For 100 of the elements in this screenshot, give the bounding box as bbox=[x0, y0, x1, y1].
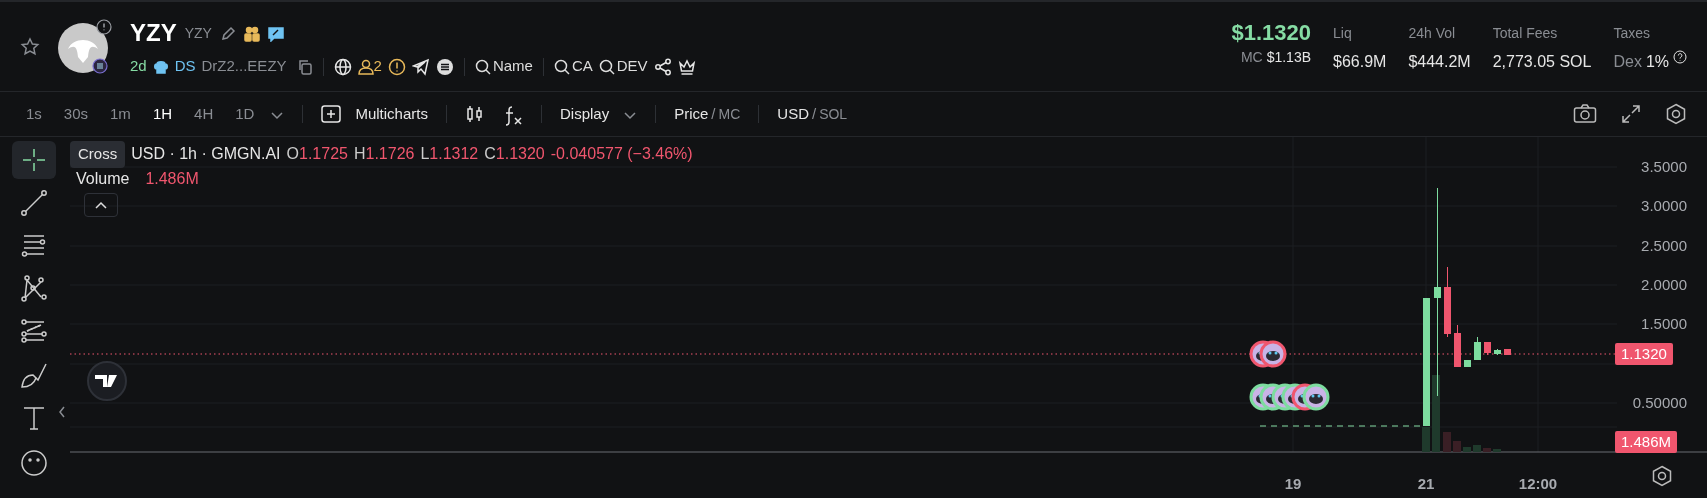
price-axis-label: 3.0000 bbox=[1641, 197, 1687, 215]
person-icon bbox=[357, 58, 374, 75]
toggle-option[interactable]: Price bbox=[674, 102, 709, 126]
chart-title: USD · 1h · GMGN.AI bbox=[131, 144, 281, 165]
volume-bar bbox=[1422, 427, 1430, 452]
pattern-icon bbox=[19, 274, 49, 304]
timeframe-tab[interactable]: 1m bbox=[104, 100, 137, 128]
warning-icon[interactable] bbox=[387, 58, 406, 77]
settings-icon[interactable] bbox=[1665, 103, 1687, 125]
stat-label: Liq bbox=[1333, 24, 1353, 43]
drawing-tool-button[interactable] bbox=[12, 141, 56, 179]
timeframe-tab[interactable]: 30s bbox=[57, 100, 95, 128]
token-avatar-icon bbox=[56, 18, 114, 75]
candle bbox=[1464, 359, 1471, 368]
stat-label: Total Fees bbox=[1492, 24, 1559, 43]
volume-bar bbox=[1473, 445, 1481, 452]
timeframe-tab[interactable]: 1D bbox=[229, 100, 261, 128]
time-axis-label: 12:00 bbox=[1518, 474, 1558, 491]
volume-tag: 1.486M bbox=[1615, 431, 1678, 453]
search-icon bbox=[598, 58, 615, 75]
chevron-up-icon bbox=[95, 201, 107, 209]
telegram-icon[interactable] bbox=[411, 58, 430, 77]
multicharts-button[interactable]: Multicharts bbox=[321, 102, 428, 126]
toggle-option[interactable]: SOL bbox=[819, 103, 848, 125]
search-icon bbox=[553, 58, 570, 75]
star-icon[interactable] bbox=[20, 37, 40, 58]
toggle-option[interactable]: MC bbox=[718, 103, 741, 125]
token-age: 2d bbox=[130, 56, 147, 77]
holders-count: 2 bbox=[373, 56, 382, 77]
volume-bar bbox=[1483, 448, 1491, 452]
search-icon bbox=[474, 58, 491, 75]
volume-label: Volume bbox=[76, 169, 130, 189]
volume-bar bbox=[1443, 432, 1451, 452]
market-cap-value: $1.13B bbox=[1266, 48, 1312, 67]
collapse-chevron-icon[interactable] bbox=[58, 405, 66, 418]
ohlc-value: L1.1312 bbox=[420, 144, 479, 165]
price-axis-label: 0.50000 bbox=[1632, 394, 1687, 412]
search-link[interactable]: DEV bbox=[598, 55, 648, 78]
candle bbox=[1474, 336, 1481, 361]
token-name: YZY bbox=[130, 18, 177, 49]
stat-value: $444.2M bbox=[1408, 52, 1471, 72]
stat-label: Taxes bbox=[1613, 24, 1651, 43]
help-icon[interactable] bbox=[1673, 50, 1687, 64]
ohlc-value: H1.1726 bbox=[353, 144, 415, 165]
timeframe-tab[interactable]: 4H bbox=[188, 100, 220, 128]
market-cap-label: MC bbox=[1240, 48, 1263, 67]
stat-label: 24h Vol bbox=[1408, 24, 1457, 43]
volume-bar bbox=[1493, 449, 1501, 452]
settings-icon[interactable] bbox=[1651, 464, 1673, 487]
chat-icon bbox=[267, 26, 284, 42]
toggle-option[interactable]: USD bbox=[777, 102, 809, 126]
timeframe-tab[interactable]: 1s bbox=[20, 100, 48, 128]
volume-bar bbox=[1463, 447, 1471, 452]
tradingview-logo-icon[interactable] bbox=[87, 361, 127, 401]
plus-square-icon bbox=[321, 105, 342, 123]
slash: / bbox=[811, 103, 817, 124]
trade-marker-icon bbox=[1302, 383, 1330, 411]
candles-icon[interactable] bbox=[464, 104, 485, 124]
time-axis-label: 19 bbox=[1284, 474, 1302, 491]
candle bbox=[1504, 348, 1511, 356]
price-axis-label: 2.0000 bbox=[1641, 276, 1687, 294]
stat-value: $66.9M bbox=[1333, 52, 1387, 72]
token-price: $1.1320 bbox=[1231, 19, 1312, 47]
candle bbox=[1484, 341, 1491, 356]
camera-icon[interactable] bbox=[1573, 104, 1597, 124]
trade-marker-icon bbox=[1259, 340, 1287, 368]
search-link[interactable]: CA bbox=[553, 55, 593, 78]
price-axis-label: 2.5000 bbox=[1641, 237, 1687, 255]
ohlc-value: C1.1320 bbox=[484, 144, 545, 165]
tax-type: Dex bbox=[1613, 52, 1642, 72]
contract-address: DrZ2...EEZY bbox=[201, 56, 287, 77]
volume-value: 1.486M bbox=[145, 169, 199, 189]
people-icon bbox=[243, 26, 260, 42]
price-change: -0.040577 (−3.46%) bbox=[550, 144, 693, 165]
price-tag: 1.1320 bbox=[1615, 343, 1673, 365]
crown-icon[interactable] bbox=[677, 58, 696, 77]
token-symbol: YZY bbox=[184, 23, 212, 43]
candle bbox=[1444, 266, 1451, 338]
candle bbox=[1454, 324, 1461, 368]
menu-circle-icon[interactable] bbox=[435, 58, 454, 77]
display-dropdown[interactable]: Display bbox=[559, 102, 638, 126]
copy-icon[interactable] bbox=[296, 59, 313, 76]
candle bbox=[1494, 348, 1501, 356]
volume-bar bbox=[1453, 441, 1461, 452]
pencil-icon[interactable] bbox=[219, 26, 236, 42]
time-axis-label: 21 bbox=[1417, 474, 1435, 491]
price-axis-label: 1.5000 bbox=[1641, 315, 1687, 333]
share-icon[interactable] bbox=[653, 58, 672, 77]
dex-label: DS bbox=[174, 56, 196, 77]
timeframe-tab[interactable]: 1H bbox=[146, 100, 179, 128]
search-link[interactable]: Name bbox=[474, 55, 533, 78]
globe-icon[interactable] bbox=[333, 58, 352, 77]
price-axis-label: 3.5000 bbox=[1641, 158, 1687, 176]
collapse-legend-button[interactable] bbox=[84, 193, 118, 217]
chef-hat-icon bbox=[152, 59, 169, 76]
tax-value: 1% bbox=[1645, 52, 1669, 72]
trend-line-icon bbox=[19, 188, 49, 218]
slash: / bbox=[711, 103, 716, 124]
expand-icon[interactable] bbox=[1621, 104, 1641, 124]
ohlc-value: O1.1725 bbox=[286, 144, 348, 165]
